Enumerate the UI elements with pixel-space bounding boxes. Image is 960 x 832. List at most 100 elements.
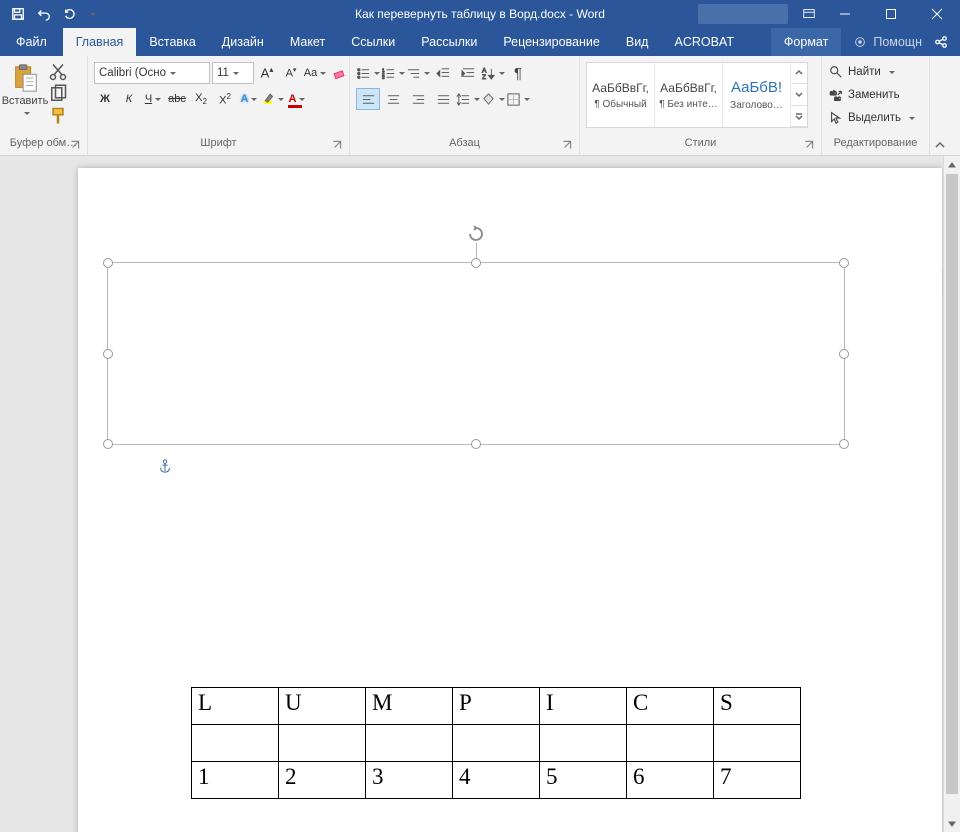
decrease-indent-button[interactable]: [431, 62, 455, 84]
align-center-button[interactable]: [381, 88, 405, 110]
tab-mailings[interactable]: Рассылки: [408, 28, 490, 56]
table-cell[interactable]: U: [279, 688, 366, 725]
resize-handle-br[interactable]: [839, 439, 849, 449]
tell-me[interactable]: Помощн: [853, 28, 922, 56]
tab-home[interactable]: Главная: [63, 28, 137, 56]
styles-more[interactable]: [791, 63, 807, 127]
increase-indent-button[interactable]: [456, 62, 480, 84]
tab-references[interactable]: Ссылки: [338, 28, 408, 56]
tab-acrobat[interactable]: ACROBAT: [661, 28, 747, 56]
clear-formatting-button[interactable]: [328, 62, 350, 84]
table-cell[interactable]: I: [540, 688, 627, 725]
table-cell[interactable]: [714, 725, 801, 762]
table-cell[interactable]: L: [192, 688, 279, 725]
replace-button[interactable]: abacЗаменить: [826, 84, 918, 105]
tab-file[interactable]: Файл: [0, 28, 63, 56]
table-cell[interactable]: 5: [540, 762, 627, 799]
highlight-button[interactable]: [262, 88, 284, 110]
resize-handle-tl[interactable]: [103, 258, 113, 268]
subscript-button[interactable]: X2: [190, 88, 212, 110]
shrink-font-button[interactable]: A▾: [280, 62, 302, 84]
font-launcher[interactable]: [331, 139, 343, 151]
font-size-combo[interactable]: 11: [212, 62, 254, 84]
table-cell[interactable]: 2: [279, 762, 366, 799]
grow-font-button[interactable]: A▴: [256, 62, 278, 84]
account-area[interactable]: [698, 4, 788, 24]
collapse-ribbon-button[interactable]: [930, 56, 950, 155]
selected-textbox[interactable]: [107, 262, 845, 445]
bullets-button[interactable]: [356, 62, 380, 84]
borders-button[interactable]: [506, 88, 530, 110]
font-color-button[interactable]: A: [286, 88, 308, 110]
style-normal[interactable]: АаБбВвГг,¶ Обычный: [587, 63, 655, 127]
paragraph-launcher[interactable]: [561, 139, 573, 151]
bold-button[interactable]: Ж: [94, 88, 116, 110]
document-table[interactable]: L U M P I C S 1 2 3 4: [191, 687, 801, 799]
resize-handle-tm[interactable]: [471, 258, 481, 268]
change-case-button[interactable]: Aa: [304, 62, 326, 84]
resize-handle-bm[interactable]: [471, 439, 481, 449]
strikethrough-button[interactable]: abc: [166, 88, 188, 110]
show-marks-button[interactable]: ¶: [506, 62, 530, 84]
shading-button[interactable]: [481, 88, 505, 110]
resize-handle-ml[interactable]: [103, 349, 113, 359]
copy-button[interactable]: [48, 85, 68, 103]
text-effects-button[interactable]: A: [238, 88, 260, 110]
rotate-handle[interactable]: [467, 225, 485, 243]
style-nospacing[interactable]: АаБбВвГг,¶ Без инте…: [655, 63, 723, 127]
table-cell[interactable]: [279, 725, 366, 762]
underline-button[interactable]: Ч: [142, 88, 164, 110]
tab-layout[interactable]: Макет: [277, 28, 338, 56]
table-cell[interactable]: 3: [366, 762, 453, 799]
table-cell[interactable]: [366, 725, 453, 762]
qat-customize[interactable]: [84, 2, 98, 26]
resize-handle-bl[interactable]: [103, 439, 113, 449]
table-cell[interactable]: [453, 725, 540, 762]
tab-design[interactable]: Дизайн: [209, 28, 277, 56]
font-name-combo[interactable]: Calibri (Осно: [94, 62, 210, 84]
vertical-scrollbar[interactable]: [943, 156, 960, 832]
clipboard-launcher[interactable]: [69, 139, 81, 151]
table-cell[interactable]: [540, 725, 627, 762]
table-row[interactable]: 1 2 3 4 5 6 7: [192, 762, 801, 799]
share-button[interactable]: [922, 28, 960, 56]
justify-button[interactable]: [431, 88, 455, 110]
maximize-button[interactable]: [868, 0, 914, 28]
table-row[interactable]: [192, 725, 801, 762]
table-cell[interactable]: [627, 725, 714, 762]
numbering-button[interactable]: 123: [381, 62, 405, 84]
tab-format[interactable]: Формат: [771, 28, 841, 56]
ribbon-display-options[interactable]: [796, 1, 822, 27]
table-cell[interactable]: P: [453, 688, 540, 725]
undo-button[interactable]: [32, 2, 56, 26]
table-cell[interactable]: 1: [192, 762, 279, 799]
superscript-button[interactable]: X2: [214, 88, 236, 110]
tab-review[interactable]: Рецензирование: [490, 28, 613, 56]
tab-insert[interactable]: Вставка: [136, 28, 208, 56]
italic-button[interactable]: К: [118, 88, 140, 110]
select-button[interactable]: Выделить: [826, 107, 918, 128]
styles-gallery[interactable]: АаБбВвГг,¶ Обычный АаБбВвГг,¶ Без инте… …: [586, 62, 808, 128]
close-button[interactable]: [914, 0, 960, 28]
anchor-icon[interactable]: [158, 459, 172, 478]
styles-launcher[interactable]: [803, 139, 815, 151]
save-button[interactable]: [6, 2, 30, 26]
table-cell[interactable]: 6: [627, 762, 714, 799]
multilevel-list-button[interactable]: [406, 62, 430, 84]
table-cell[interactable]: C: [627, 688, 714, 725]
scroll-up-button[interactable]: [944, 156, 960, 173]
table-cell[interactable]: S: [714, 688, 801, 725]
scroll-thumb[interactable]: [946, 174, 958, 794]
sort-button[interactable]: AZ: [481, 62, 505, 84]
paste-button[interactable]: Вставить: [4, 59, 46, 115]
find-button[interactable]: Найти: [826, 61, 918, 82]
format-painter-button[interactable]: [48, 107, 68, 125]
page[interactable]: L U M P I C S 1 2 3 4: [78, 168, 942, 832]
resize-handle-mr[interactable]: [839, 349, 849, 359]
style-heading1[interactable]: АаБбВ!Заголово…: [723, 63, 791, 127]
table-row[interactable]: L U M P I C S: [192, 688, 801, 725]
line-spacing-button[interactable]: [456, 88, 480, 110]
table-cell[interactable]: M: [366, 688, 453, 725]
table-cell[interactable]: 4: [453, 762, 540, 799]
align-left-button[interactable]: [356, 88, 380, 110]
